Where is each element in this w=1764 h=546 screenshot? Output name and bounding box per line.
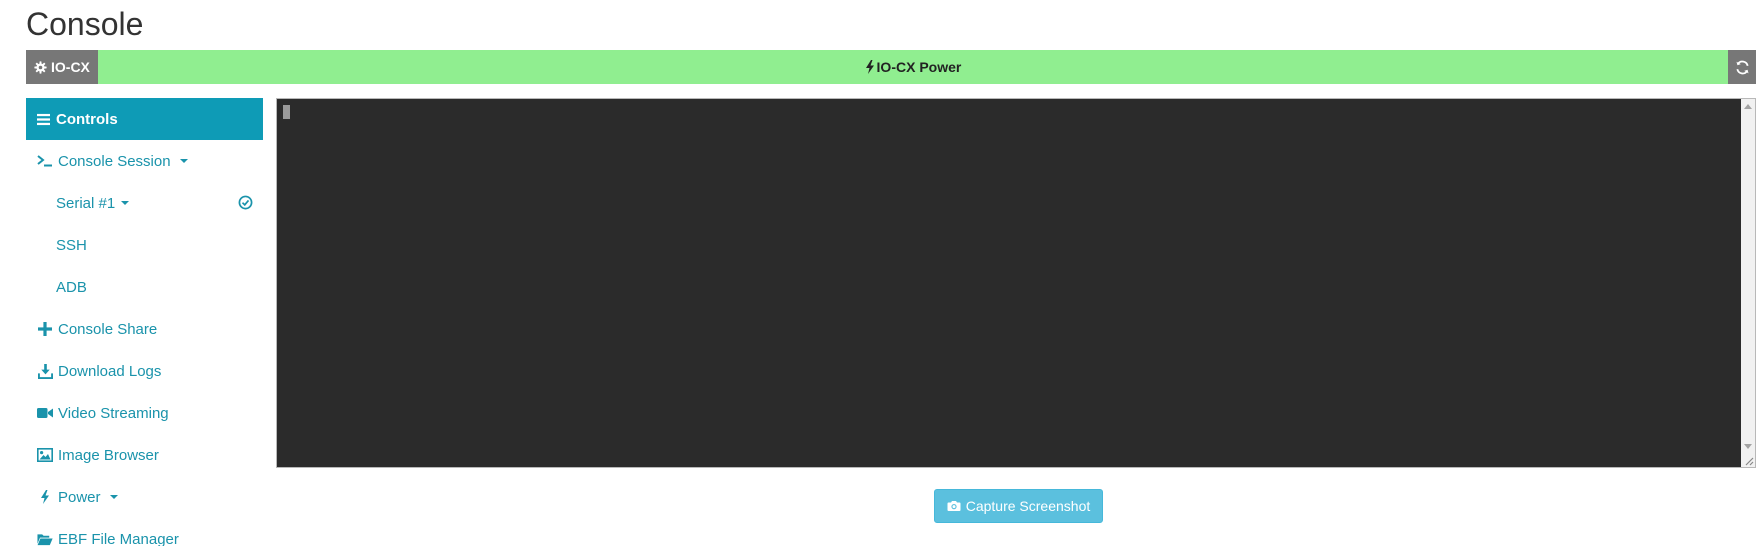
scroll-down-icon[interactable]	[1744, 444, 1752, 449]
check-circle-icon	[238, 195, 253, 210]
console-terminal[interactable]	[276, 98, 1756, 468]
bolt-icon	[37, 489, 53, 505]
sidebar-header-label: Controls	[56, 110, 118, 128]
sidebar-item-label: EBF File Manager	[58, 530, 179, 546]
gear-icon	[34, 60, 47, 74]
caret-down-icon	[109, 495, 118, 499]
bolt-icon	[865, 60, 874, 74]
sidebar-item-label: Serial #1	[56, 194, 116, 212]
sidebar-item-serial-1[interactable]: Serial #1	[26, 182, 263, 224]
controls-sidebar: Controls Console Session Serial #1 SSH A…	[26, 98, 263, 546]
sidebar-item-label: Image Browser	[58, 446, 159, 464]
caret-down-icon	[179, 159, 188, 163]
device-label: IO-CX	[51, 59, 90, 75]
device-settings-button[interactable]: IO-CX	[26, 50, 98, 84]
terminal-cursor	[283, 105, 290, 119]
scroll-up-icon[interactable]	[1744, 104, 1752, 109]
sidebar-item-ebf-file-manager[interactable]: EBF File Manager	[26, 518, 263, 546]
power-bar: IO-CX IO-CX Power	[26, 50, 1756, 84]
capture-screenshot-button[interactable]: Capture Screenshot	[934, 489, 1103, 523]
sidebar-item-console-share[interactable]: Console Share	[26, 308, 263, 350]
image-icon	[37, 447, 53, 463]
sidebar-item-label: Video Streaming	[58, 404, 169, 422]
sidebar-item-label: Power	[58, 488, 101, 506]
download-icon	[37, 363, 53, 379]
refresh-button[interactable]	[1728, 50, 1756, 84]
sidebar-item-label: SSH	[56, 236, 87, 254]
sidebar-item-video-streaming[interactable]: Video Streaming	[26, 392, 263, 434]
capture-screenshot-label: Capture Screenshot	[965, 498, 1091, 514]
sidebar-item-label: Download Logs	[58, 362, 162, 380]
terminal-scrollbar[interactable]	[1741, 99, 1755, 467]
sidebar-item-ssh[interactable]: SSH	[26, 224, 263, 266]
terminal-icon	[37, 153, 53, 169]
resize-grip-icon[interactable]	[1744, 456, 1754, 466]
power-label: IO-CX Power	[876, 59, 962, 75]
plus-icon	[37, 321, 53, 337]
camera-icon	[947, 501, 961, 511]
sidebar-item-image-browser[interactable]: Image Browser	[26, 434, 263, 476]
sidebar-item-label: Console Share	[58, 320, 158, 338]
video-camera-icon	[37, 405, 53, 421]
power-toggle[interactable]: IO-CX Power	[98, 59, 1728, 75]
sidebar-item-console-session[interactable]: Console Session	[26, 140, 263, 182]
folder-open-icon	[37, 531, 53, 546]
sidebar-item-download-logs[interactable]: Download Logs	[26, 350, 263, 392]
sidebar-item-label: ADB	[56, 278, 87, 296]
caret-down-icon	[121, 201, 130, 205]
refresh-icon	[1735, 60, 1749, 74]
sidebar-item-label: Console Session	[58, 152, 171, 170]
list-icon	[37, 113, 50, 125]
sidebar-header: Controls	[26, 98, 263, 140]
page-title: Console	[26, 6, 144, 42]
sidebar-item-power[interactable]: Power	[26, 476, 263, 518]
sidebar-item-adb[interactable]: ADB	[26, 266, 263, 308]
